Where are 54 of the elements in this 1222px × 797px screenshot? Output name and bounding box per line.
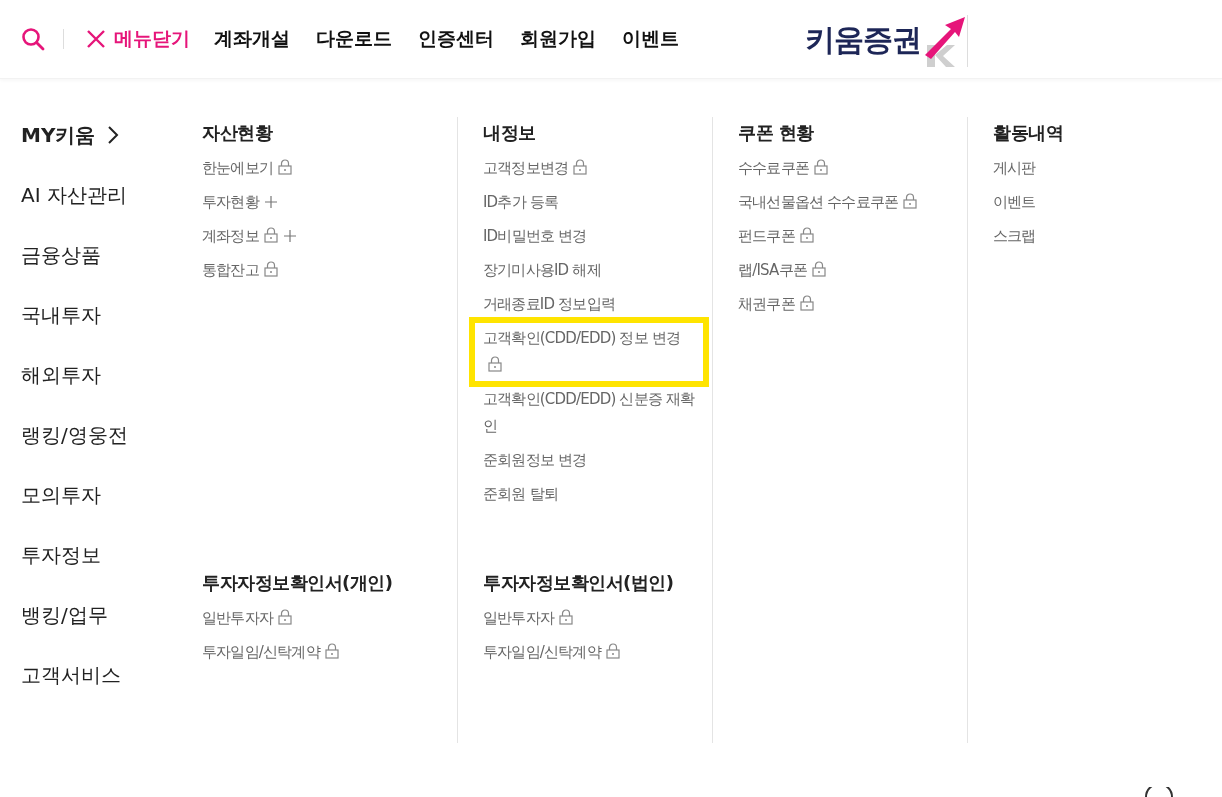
header-link[interactable]: 이벤트 [622, 26, 679, 52]
header-link[interactable]: 회원가입 [520, 26, 596, 52]
menu-link[interactable]: 채권쿠폰 [738, 291, 814, 325]
menu-link[interactable]: 게시판 [993, 155, 1036, 189]
nav-item[interactable]: 투자정보 [21, 531, 101, 591]
menu-link[interactable]: 이벤트 [993, 189, 1036, 223]
plus-icon[interactable] [283, 230, 296, 242]
menu-link[interactable]: 투자일임/신탁계약 [483, 639, 620, 673]
menu-heading: 쿠폰 현황 [738, 121, 815, 145]
menu-link[interactable]: 고객확인(CDD/EDD) 신분증 재확인 [483, 386, 698, 447]
menu-link[interactable]: 펀드쿠폰 [738, 223, 814, 257]
header-link[interactable]: 계좌개설 [214, 26, 290, 52]
nav-item[interactable]: 금융상품 [21, 231, 101, 291]
menu-link[interactable]: 한눈에보기 [202, 155, 292, 189]
nav-item[interactable]: AI 자산관리 [21, 171, 127, 231]
nav-item[interactable]: 해외투자 [21, 351, 101, 411]
menu-link[interactable]: 고객확인(CDD/EDD) 정보 변경 [483, 325, 698, 386]
menu-link[interactable]: 일반투자자 [202, 605, 292, 639]
menu-link[interactable]: 통합잔고 [202, 257, 278, 291]
menu-link[interactable]: 랩/ISA쿠폰 [738, 257, 826, 291]
menu-link[interactable]: 준회원 탈퇴 [483, 481, 558, 515]
menu-heading: 투자자정보확인서(개인) [202, 571, 394, 595]
nav-item[interactable]: MY키움 [21, 111, 120, 171]
nav-item[interactable]: 고객서비스 [21, 651, 121, 711]
menu-link[interactable]: 준회원정보 변경 [483, 447, 587, 481]
menu-link[interactable]: ID비밀번호 변경 [483, 223, 587, 257]
menu-link[interactable]: ID추가 등록 [483, 189, 559, 223]
nav-item[interactable]: 모의투자 [21, 471, 101, 531]
menu-link[interactable]: 계좌정보 [202, 223, 296, 257]
menu-link[interactable]: 국내선물옵션 수수료쿠폰 [738, 189, 918, 223]
menu-link[interactable]: 투자일임/신탁계약 [202, 639, 339, 673]
menu-link[interactable]: 투자현황 [202, 189, 277, 223]
nav-item[interactable]: 국내투자 [21, 291, 101, 351]
header-link[interactable]: 인증센터 [418, 26, 494, 52]
search-icon[interactable] [21, 27, 45, 51]
logo[interactable]: 키움증권 [805, 20, 921, 67]
menu-link[interactable]: 거래종료ID 정보입력 [483, 291, 615, 325]
menu-heading: 투자자정보확인서(법인) [483, 571, 675, 595]
menu-link[interactable]: 수수료쿠폰 [738, 155, 828, 189]
header-link[interactable]: 다운로드 [316, 26, 392, 52]
nav-item[interactable]: 랭킹/영웅전 [21, 411, 128, 471]
plus-icon[interactable] [264, 196, 277, 208]
arrow-logo-icon [923, 15, 968, 67]
menu-link[interactable]: 고객정보변경 [483, 155, 588, 189]
menu-link[interactable]: 장기미사용ID 해제 [483, 257, 601, 291]
menu-heading: 자산현황 [202, 121, 274, 145]
close-icon [86, 29, 106, 49]
menu-link[interactable]: 스크랩 [993, 223, 1036, 257]
menu-heading: 활동내역 [993, 121, 1064, 145]
menu-heading: 내정보 [483, 121, 537, 145]
close-menu-button[interactable]: 메뉴닫기 [63, 29, 190, 49]
chevron-icon [107, 125, 120, 145]
menu-link[interactable]: 일반투자자 [483, 605, 573, 639]
nav-item[interactable]: 뱅킹/업무 [21, 591, 108, 651]
